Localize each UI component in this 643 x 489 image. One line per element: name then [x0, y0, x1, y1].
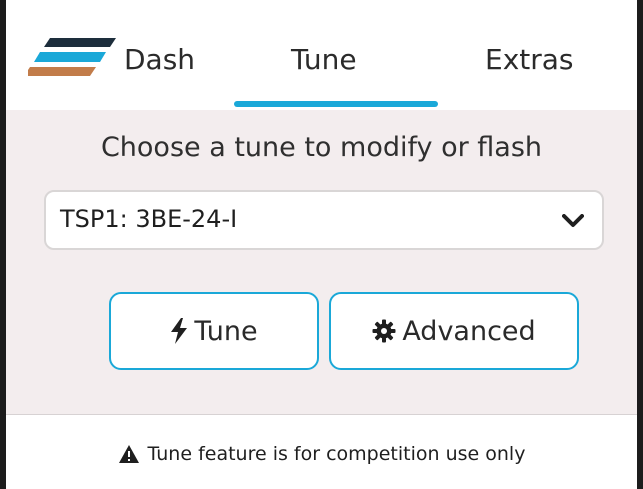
footer: Tune feature is for competition use only — [6, 415, 637, 489]
tune-select[interactable]: TSP1: 3BE-24-I — [44, 190, 604, 250]
warning-text: Tune feature is for competition use only — [147, 443, 526, 465]
tune-button[interactable]: Tune — [109, 292, 319, 370]
chevron-down-icon — [562, 214, 584, 227]
app-logo-icon — [28, 38, 116, 76]
nav-item-extras[interactable]: Extras — [485, 42, 574, 78]
warning-icon — [118, 445, 139, 463]
nav-item-tune[interactable]: Tune — [291, 42, 357, 78]
tune-button-label: Tune — [194, 315, 258, 347]
top-navigation: Dash Tune Extras — [6, 0, 637, 110]
advanced-button[interactable]: Advanced — [329, 292, 579, 370]
advanced-button-label: Advanced — [402, 315, 536, 347]
tune-prompt: Choose a tune to modify or flash — [100, 132, 543, 163]
bolt-icon — [171, 318, 188, 344]
tune-select-value: TSP1: 3BE-24-I — [60, 205, 238, 233]
nav-item-dash[interactable]: Dash — [124, 42, 195, 78]
competition-warning: Tune feature is for competition use only — [6, 443, 637, 465]
window-frame-right — [637, 0, 643, 489]
active-tab-indicator — [234, 101, 438, 107]
gear-icon — [372, 319, 396, 343]
tune-panel: Choose a tune to modify or flash TSP1: 3… — [6, 110, 637, 414]
